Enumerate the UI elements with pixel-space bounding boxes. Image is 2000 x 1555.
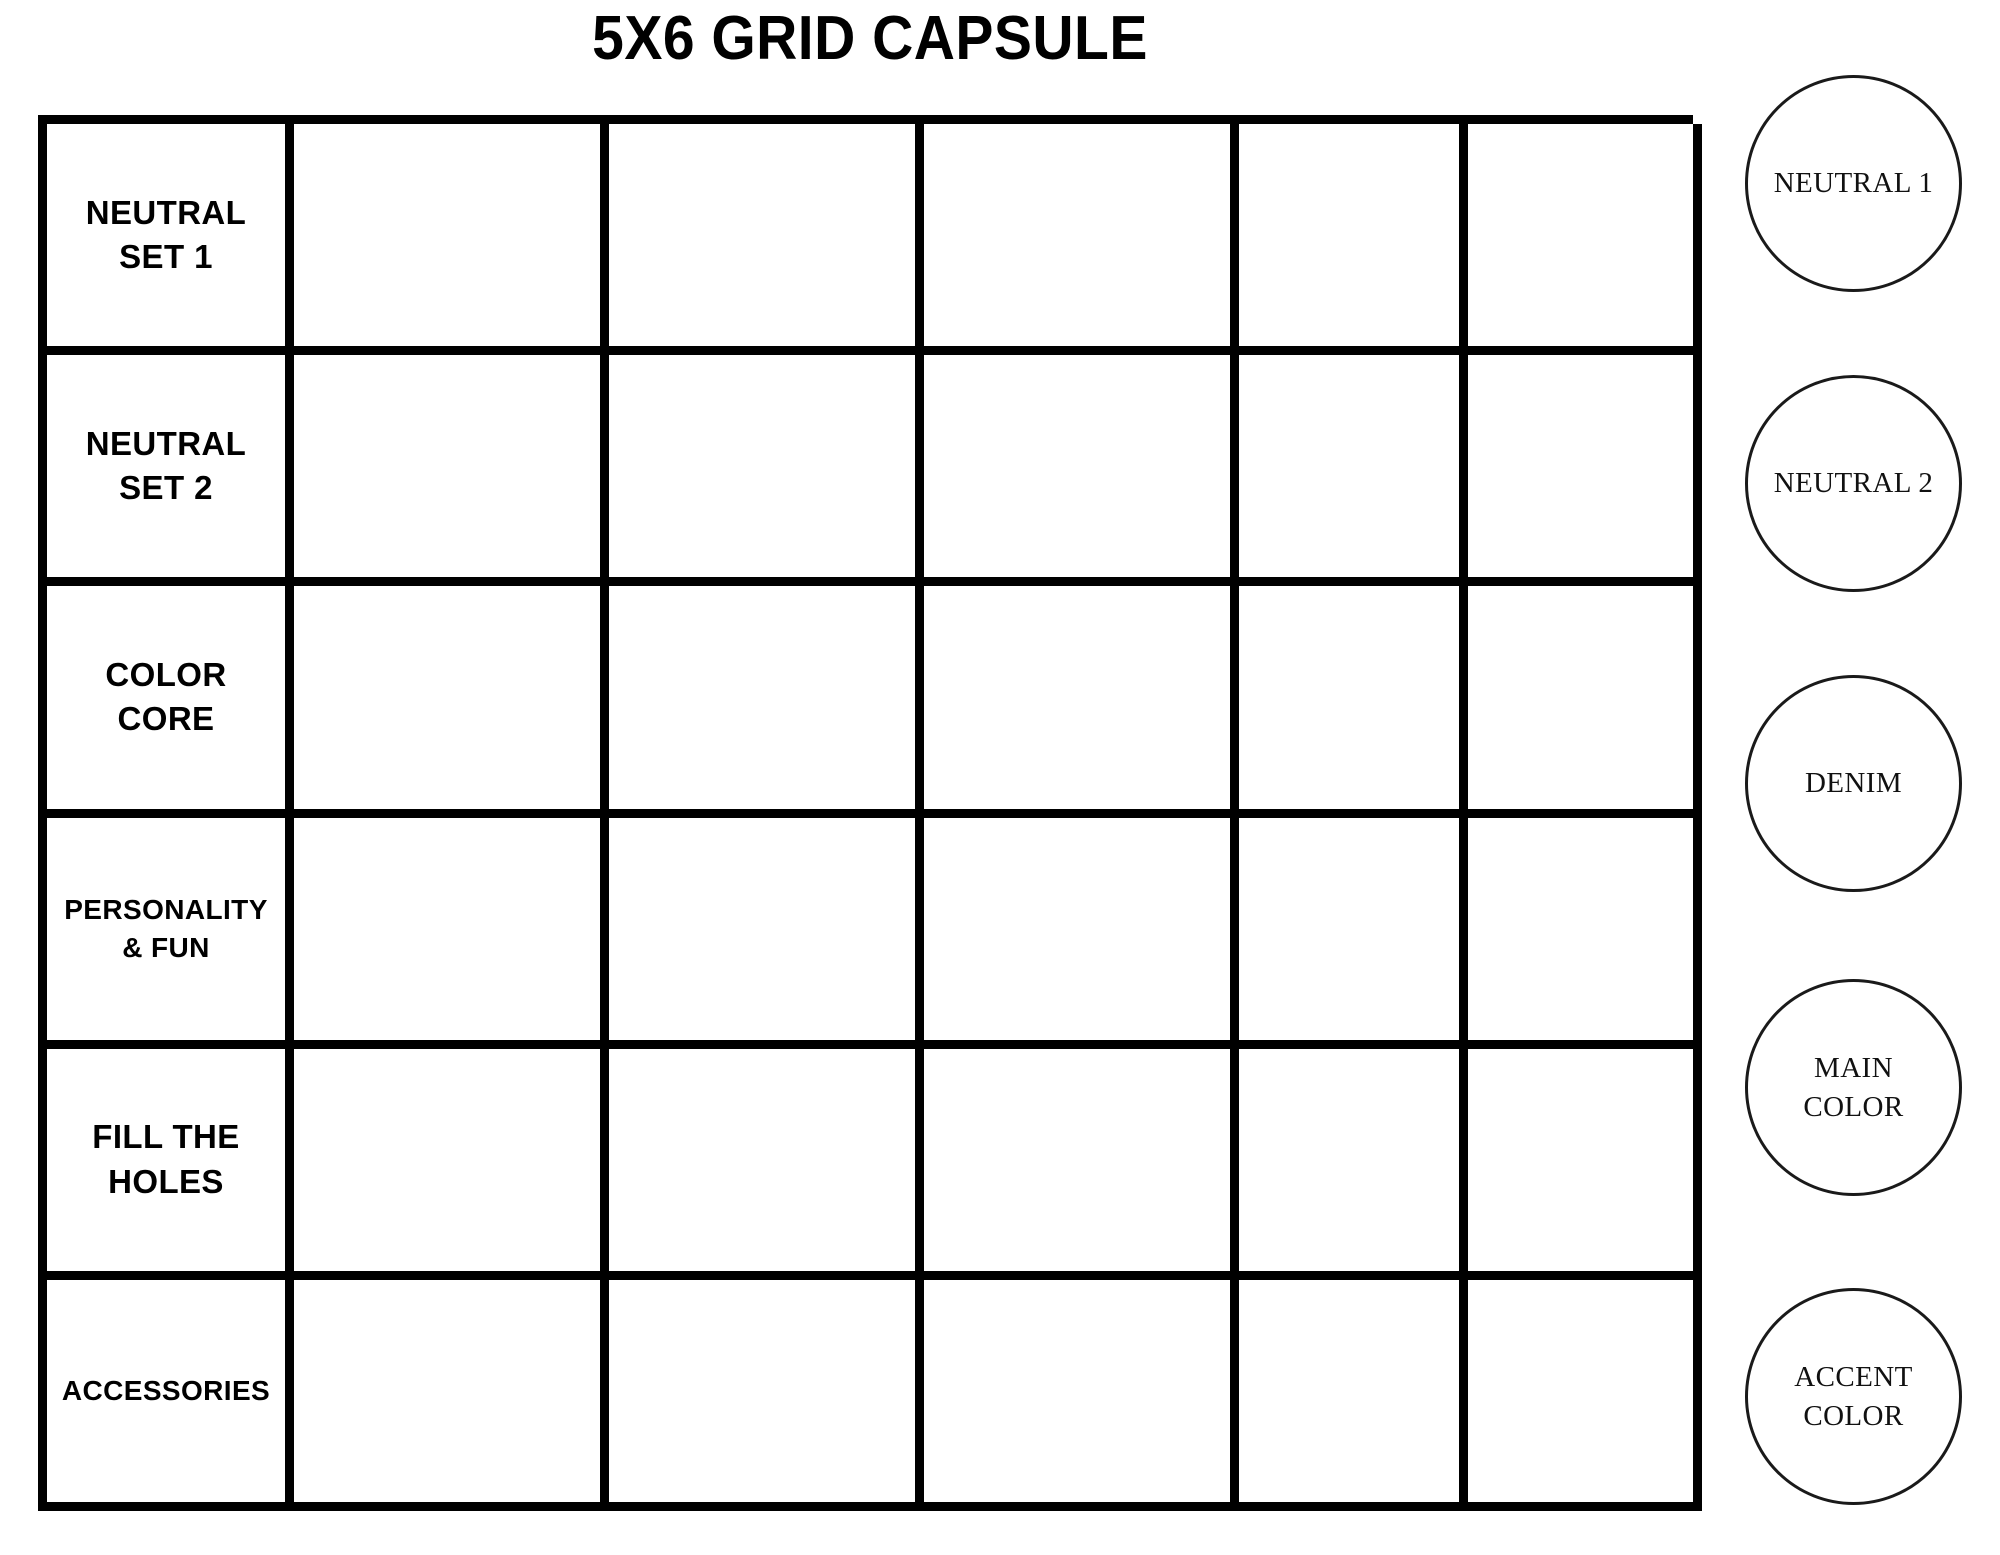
grid-entry-cell[interactable] <box>294 586 609 818</box>
swatch-circle[interactable]: NEUTRAL 2 <box>1745 375 1962 592</box>
swatch-circle[interactable]: NEUTRAL 1 <box>1745 75 1962 292</box>
grid-row-label-cell: ACCESSORIES <box>47 1279 294 1511</box>
grid-entry-cell[interactable] <box>1239 1048 1468 1280</box>
grid-row-label-cell: NEUTRAL SET 1 <box>47 124 294 356</box>
grid-entry-cell[interactable] <box>609 124 924 356</box>
grid-entry-cell[interactable] <box>924 586 1239 818</box>
grid-entry-cell[interactable] <box>294 355 609 587</box>
grid-entry-cell[interactable] <box>924 124 1239 356</box>
grid-entry-cell[interactable] <box>609 1279 924 1511</box>
grid-entry-cell[interactable] <box>1239 1279 1468 1511</box>
grid-entry-cell[interactable] <box>1468 1279 1702 1511</box>
grid-entry-cell[interactable] <box>609 1048 924 1280</box>
grid-entry-cell[interactable] <box>294 124 609 356</box>
grid-entry-cell[interactable] <box>1468 1048 1702 1280</box>
grid-entry-cell[interactable] <box>924 817 1239 1049</box>
grid-row-label: ACCESSORIES <box>61 1375 271 1407</box>
grid-entry-cell[interactable] <box>609 817 924 1049</box>
grid-row-label-cell: NEUTRAL SET 2 <box>47 355 294 587</box>
swatch-label: ACCENT COLOR <box>1794 1361 1913 1432</box>
grid-entry-cell[interactable] <box>1239 355 1468 587</box>
grid-entry-cell[interactable] <box>609 355 924 587</box>
grid-row-label: NEUTRAL SET 1 <box>85 193 247 276</box>
grid-row-label: NEUTRAL SET 2 <box>85 424 247 507</box>
page-title: 5X6 GRID CAPSULE <box>592 4 1148 73</box>
swatch-circles-column: NEUTRAL 1 NEUTRAL 2 DENIM MAIN COLOR ACCENT … <box>1745 75 1975 1555</box>
grid-row-label-cell: FILL THE HOLES <box>47 1048 294 1280</box>
grid-entry-cell[interactable] <box>294 1048 609 1280</box>
swatch-label: NEUTRAL 1 <box>1773 167 1934 200</box>
grid-row-label-cell: PERSONALITY & FUN <box>47 817 294 1049</box>
swatch-label: MAIN COLOR <box>1803 1052 1904 1123</box>
grid-entry-cell[interactable] <box>1239 586 1468 818</box>
swatch-label: DENIM <box>1804 767 1903 800</box>
swatch-circle[interactable]: ACCENT COLOR <box>1745 1288 1962 1505</box>
grid-entry-cell[interactable] <box>1468 124 1702 356</box>
grid-entry-cell[interactable] <box>609 586 924 818</box>
grid-entry-cell[interactable] <box>294 817 609 1049</box>
grid-row-label: COLOR CORE <box>105 655 227 738</box>
grid-row-label: PERSONALITY & FUN <box>64 893 268 963</box>
grid-entry-cell[interactable] <box>924 355 1239 587</box>
grid-entry-cell[interactable] <box>1468 817 1702 1049</box>
capsule-grid: NEUTRAL SET 1 NEUTRAL SET 2 COLOR CORE PERS… <box>38 115 1702 1511</box>
grid-row-label: FILL THE HOLES <box>92 1118 240 1200</box>
grid-entry-cell[interactable] <box>1239 124 1468 356</box>
grid-entry-cell[interactable] <box>924 1279 1239 1511</box>
grid-row-label-cell: COLOR CORE <box>47 586 294 818</box>
grid-entry-cell[interactable] <box>1239 817 1468 1049</box>
grid-entry-cell[interactable] <box>1468 355 1702 587</box>
grid-entry-cell[interactable] <box>924 1048 1239 1280</box>
grid-entry-cell[interactable] <box>294 1279 609 1511</box>
swatch-circle[interactable]: DENIM <box>1745 675 1962 892</box>
grid-entry-cell[interactable] <box>1468 586 1702 818</box>
swatch-label: NEUTRAL 2 <box>1773 467 1934 500</box>
swatch-circle[interactable]: MAIN COLOR <box>1745 979 1962 1196</box>
